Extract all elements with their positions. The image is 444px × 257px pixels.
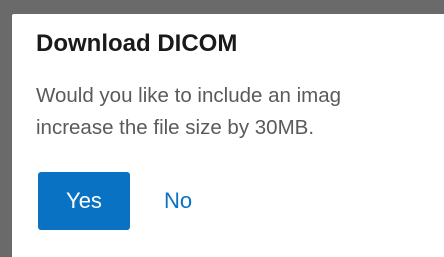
dialog-title: Download DICOM	[36, 30, 238, 57]
download-dicom-dialog: Download DICOM Would you like to include…	[12, 14, 444, 257]
dialog-message-line-1: Would you like to include an imag	[36, 84, 342, 107]
no-button[interactable]: No	[162, 172, 194, 230]
dialog-message-line-2: increase the file size by 30MB.	[36, 116, 315, 139]
yes-button[interactable]: Yes	[38, 172, 130, 230]
dialog-message: Would you like to include an imag increa…	[36, 80, 444, 144]
